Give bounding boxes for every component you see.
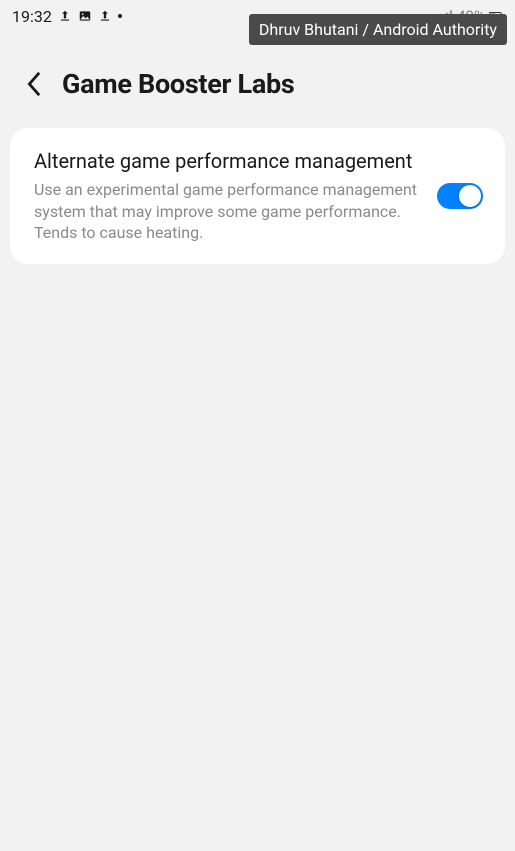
status-left: 19:32 bbox=[12, 7, 122, 26]
more-dot-icon bbox=[118, 14, 122, 18]
upload-icon bbox=[58, 9, 72, 23]
watermark-badge: Dhruv Bhutani / Android Authority bbox=[249, 14, 507, 45]
toggle-thumb bbox=[459, 185, 481, 207]
header: Game Booster Labs bbox=[0, 32, 515, 124]
setting-alternate-performance[interactable]: Alternate game performance management Us… bbox=[10, 128, 505, 264]
setting-description: Use an experimental game performance man… bbox=[34, 179, 421, 244]
page-title: Game Booster Labs bbox=[62, 68, 294, 100]
picture-icon bbox=[78, 9, 92, 23]
setting-title: Alternate game performance management bbox=[34, 148, 421, 175]
toggle-switch[interactable] bbox=[437, 183, 483, 209]
upload-icon-2 bbox=[98, 9, 112, 23]
back-button[interactable] bbox=[26, 70, 44, 98]
setting-content: Alternate game performance management Us… bbox=[34, 148, 421, 244]
status-time: 19:32 bbox=[12, 7, 52, 26]
